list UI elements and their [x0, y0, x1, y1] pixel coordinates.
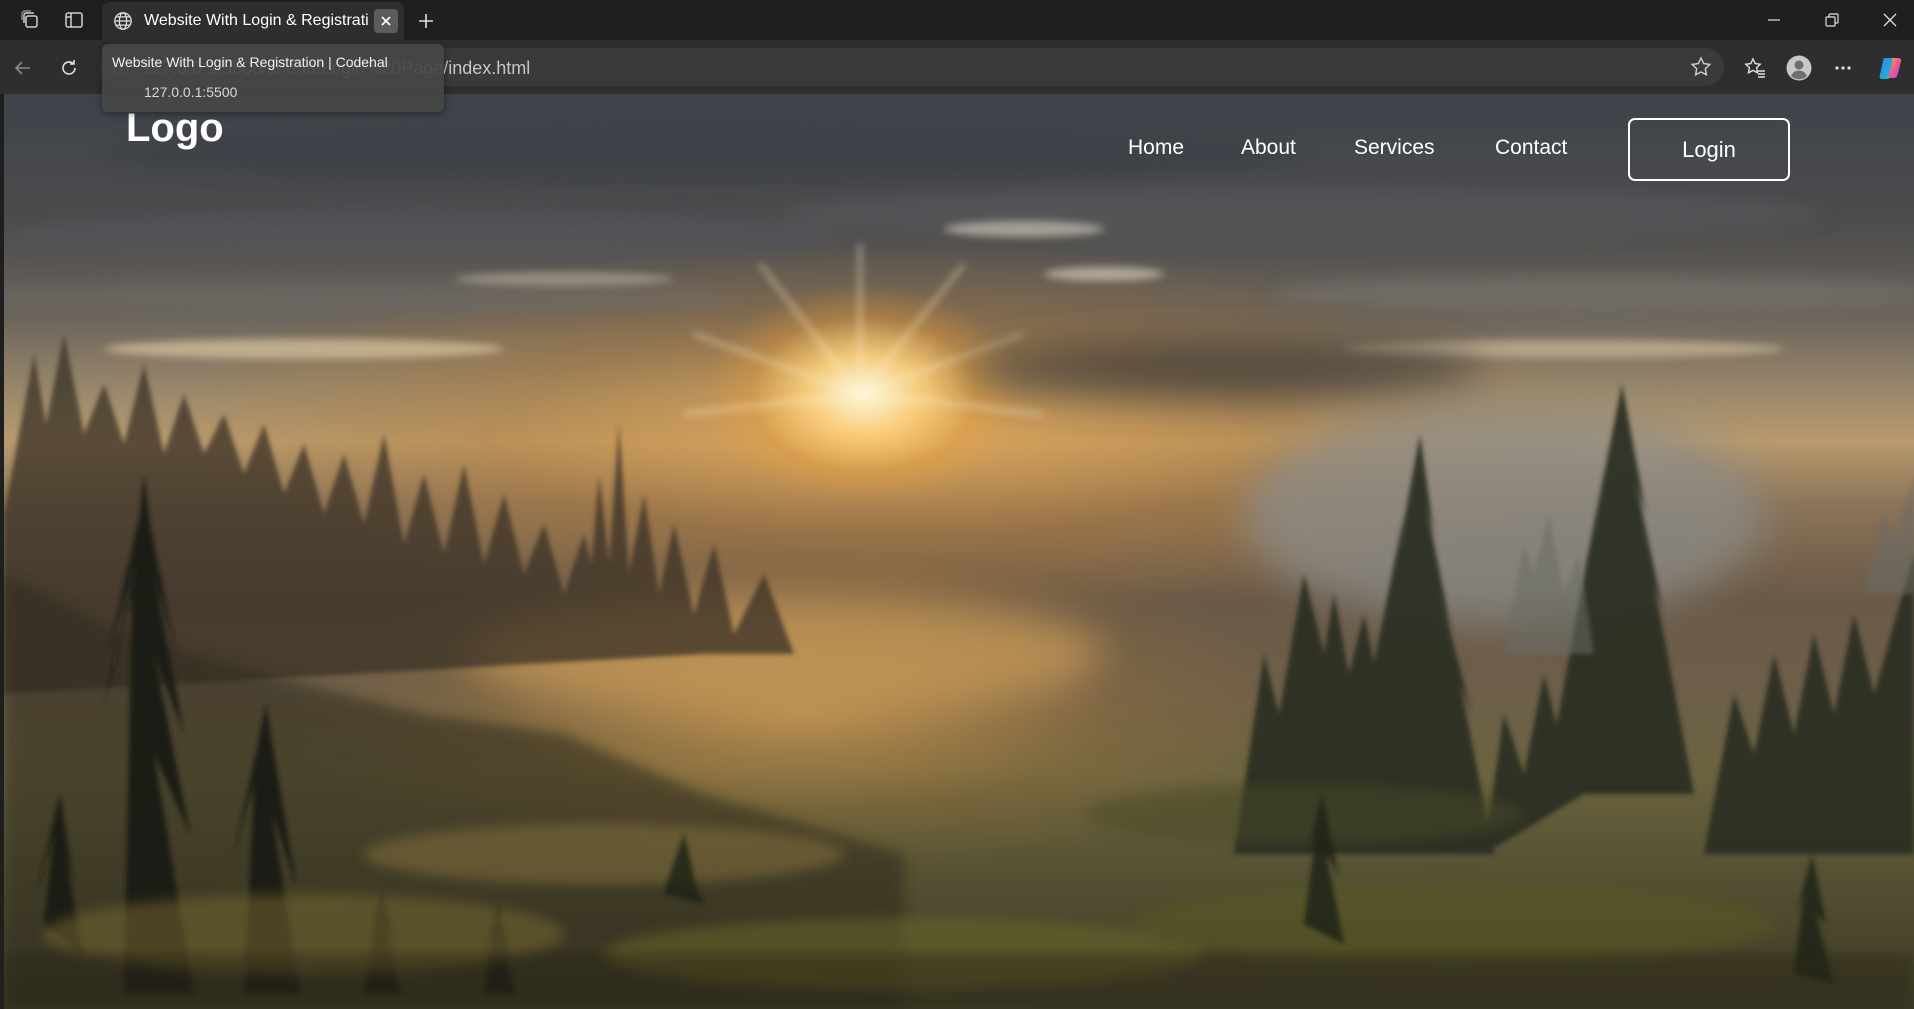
hero-background	[4, 94, 1914, 1009]
active-tab[interactable]: Website With Login & Registration | Code…	[102, 2, 404, 40]
site-logo[interactable]: Logo	[126, 106, 224, 151]
login-button[interactable]: Login	[1628, 118, 1790, 181]
window-close-icon[interactable]	[1870, 6, 1910, 34]
hover-card-url: 127.0.0.1:5500	[144, 84, 238, 100]
tab-bar: Website With Login & Registration | Code…	[0, 0, 1914, 40]
nav-home-link[interactable]: Home	[1128, 136, 1184, 160]
tab-hover-card: Website With Login & Registration | Code…	[102, 44, 444, 112]
more-icon[interactable]	[1828, 53, 1858, 83]
star-icon[interactable]	[1690, 56, 1712, 78]
plus-icon[interactable]	[412, 8, 440, 34]
workspaces-icon[interactable]	[14, 6, 46, 34]
nav-services-link[interactable]: Services	[1354, 136, 1435, 160]
forest-layer	[4, 334, 1914, 1009]
profile-icon[interactable]	[1784, 53, 1814, 83]
globe-icon	[112, 10, 134, 32]
minimize-icon[interactable]	[1754, 6, 1794, 34]
nav-contact-link[interactable]: Contact	[1495, 136, 1567, 160]
hover-card-title: Website With Login & Registration | Code…	[112, 54, 388, 70]
refresh-icon[interactable]	[54, 53, 84, 83]
favorites-icon[interactable]	[1740, 53, 1770, 83]
close-icon[interactable]	[374, 9, 398, 33]
restore-icon[interactable]	[1812, 6, 1852, 34]
tab-title: Website With Login & Registration | Code…	[144, 12, 368, 29]
vertical-tabs-icon[interactable]	[58, 6, 90, 34]
nav-about-link[interactable]: About	[1241, 136, 1296, 160]
back-icon[interactable]	[8, 53, 38, 83]
copilot-icon[interactable]	[1876, 53, 1906, 83]
